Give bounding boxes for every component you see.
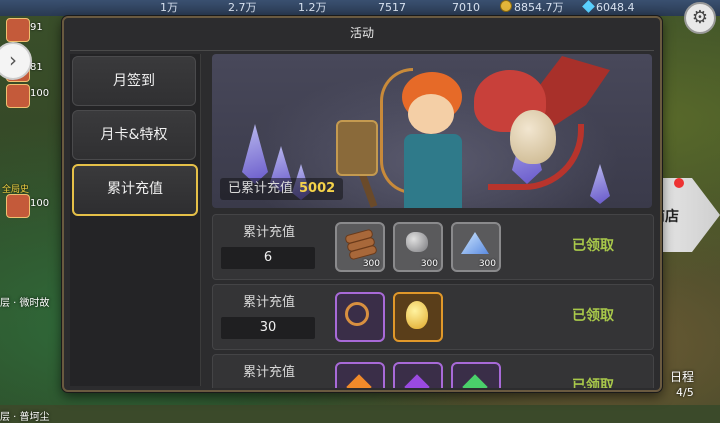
player-avatar: [6, 18, 30, 42]
activity-dialog: 活动 月签到 月卡&特权 累计充值 已累计充值 5002 累计充值 6 300 …: [62, 16, 662, 392]
item-count: 300: [420, 259, 438, 269]
divider: [70, 50, 654, 51]
reward-row: 累计充值 已领取: [212, 354, 654, 388]
claimed-status: 已领取: [572, 308, 614, 324]
blue-crystal-icon[interactable]: 300: [451, 222, 501, 272]
golden-egg-icon[interactable]: [393, 292, 443, 342]
green-gem-icon[interactable]: [451, 362, 501, 388]
reward-tier-label: 累计充值: [242, 295, 295, 310]
claimed-status: 已领取: [572, 378, 614, 388]
player-avatar: [6, 194, 30, 218]
player-entry[interactable]: 100: [4, 82, 60, 108]
reward-row: 累计充值 30 已领取: [212, 284, 654, 350]
hero-illustration: [404, 134, 462, 208]
gear-icon[interactable]: ⚙: [684, 2, 716, 34]
player-entry[interactable]: 100: [4, 192, 60, 218]
player-level: 81: [30, 62, 43, 73]
resource-value: 1万: [160, 1, 178, 14]
player-level: 100: [30, 88, 50, 99]
reward-tier-amount: 30: [221, 317, 315, 339]
location-label: 层 · 普坷尘: [0, 412, 50, 423]
wood-logs-icon[interactable]: 300: [335, 222, 385, 272]
tab-cumulative-recharge[interactable]: 累计充值: [72, 164, 198, 216]
notification-dot: [674, 178, 684, 188]
recharge-content: 已累计充值 5002 累计充值 6 300 300 300 已领取 累计充值 3…: [208, 54, 654, 388]
orange-gem-icon[interactable]: [335, 362, 385, 388]
total-recharge-display: 已累计充值 5002: [220, 178, 344, 200]
player-level: 91: [30, 22, 43, 33]
dialog-title: 活动: [349, 26, 374, 40]
reward-tier-label: 累计充值: [242, 365, 295, 380]
total-recharge-value: 5002: [299, 181, 336, 196]
golden-ring-icon[interactable]: [335, 292, 385, 342]
top-resource-bar: 1万 2.7万 1.2万 7517 7010 8854.7万 6048.4: [0, 0, 720, 16]
schedule-button[interactable]: 日程: [670, 368, 694, 385]
resource-value: 7010: [452, 1, 480, 14]
schedule-count: 4/5: [676, 386, 694, 399]
activity-nav: 月签到 月卡&特权 累计充值: [70, 54, 201, 386]
stone-ore-icon[interactable]: 300: [393, 222, 443, 272]
resource-value: 7517: [378, 1, 406, 14]
purple-gem-icon[interactable]: [393, 362, 443, 388]
player-badge: 全局史: [2, 185, 30, 195]
player-entry[interactable]: 91: [4, 16, 60, 42]
reward-tier-amount: 6: [221, 247, 315, 269]
resource-value: 1.2万: [298, 1, 327, 14]
claimed-status: 已领取: [572, 238, 614, 254]
hammer-illustration: [336, 120, 378, 176]
player-avatar: [6, 84, 30, 108]
crystal-decoration: [242, 124, 268, 184]
hero-illustration: [408, 94, 454, 134]
location-label: 层 · 微时故: [0, 298, 50, 309]
player-level: 100: [30, 198, 50, 209]
total-recharge-label: 已累计充值: [228, 181, 294, 196]
gem-icon: [582, 0, 596, 16]
crystal-decoration: [590, 164, 610, 204]
item-count: 300: [478, 259, 496, 269]
resource-value: 6048.4: [596, 1, 635, 14]
tab-monthly-card-privilege[interactable]: 月卡&特权: [72, 110, 196, 160]
resource-value: 8854.7万: [514, 1, 564, 14]
tab-monthly-checkin[interactable]: 月签到: [72, 56, 196, 106]
item-count: 300: [362, 259, 380, 269]
resource-value: 2.7万: [228, 1, 257, 14]
reward-row: 累计充值 6 300 300 300 已领取: [212, 214, 654, 280]
reward-tier-label: 累计充值: [242, 225, 295, 240]
event-banner: 已累计充值 5002: [212, 54, 652, 208]
egg-illustration: [510, 110, 556, 164]
coin-icon: [500, 0, 514, 16]
